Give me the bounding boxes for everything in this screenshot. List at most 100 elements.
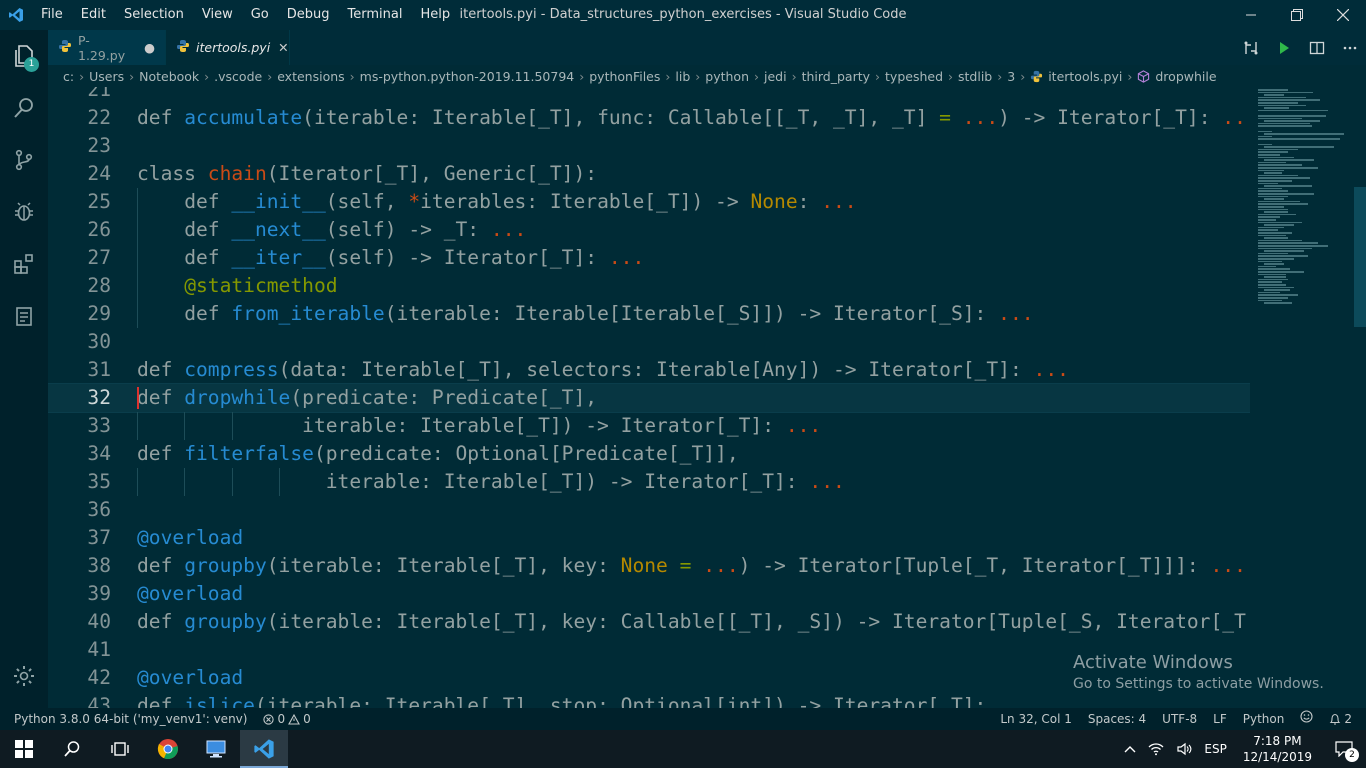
unsaved-dot-icon[interactable]: ● xyxy=(144,40,155,55)
breadcrumb-item[interactable]: python xyxy=(705,69,749,84)
taskbar-vscode[interactable] xyxy=(240,730,288,768)
breadcrumb-item[interactable]: c: xyxy=(63,69,74,84)
breadcrumb-item[interactable]: third_party xyxy=(802,69,870,84)
source-control-button[interactable] xyxy=(0,134,48,186)
breadcrumb-item[interactable]: ms-python.python-2019.11.50794 xyxy=(360,69,575,84)
code-line[interactable]: 43 def islice(iterable: Iterable[_T], sto… xyxy=(48,692,1250,708)
tab-label: itertools.pyi xyxy=(196,40,271,55)
extensions-button[interactable] xyxy=(0,238,48,290)
show-hidden-icons-button[interactable] xyxy=(1118,730,1142,768)
code-line[interactable]: 32 def dropwhile(predicate: Predicate[_T]… xyxy=(48,383,1250,413)
code-line[interactable]: 36 xyxy=(48,496,1250,524)
split-editor-button[interactable] xyxy=(1300,40,1333,56)
breadcrumb-item[interactable]: .vscode xyxy=(214,69,262,84)
minimize-button[interactable] xyxy=(1228,0,1274,30)
code-editor[interactable]: 21 22 def accumulate(iterable: Iterable[_T… xyxy=(48,87,1250,708)
vertical-scrollbar[interactable] xyxy=(1354,87,1366,708)
menu-file[interactable]: File xyxy=(32,0,72,30)
debug-button[interactable] xyxy=(0,186,48,238)
restore-button[interactable] xyxy=(1274,0,1320,30)
start-button[interactable] xyxy=(0,730,48,768)
code-line[interactable]: 28 @staticmethod xyxy=(48,272,1250,300)
notifications-button[interactable]: 2 xyxy=(1321,708,1360,730)
end-of-line[interactable]: LF xyxy=(1205,708,1235,730)
encoding[interactable]: UTF-8 xyxy=(1154,708,1205,730)
language-mode[interactable]: Python xyxy=(1235,708,1293,730)
code-line[interactable]: 37 @overload xyxy=(48,524,1250,552)
breadcrumb-item[interactable]: dropwhile xyxy=(1137,69,1217,84)
breadcrumb-item[interactable]: pythonFiles xyxy=(589,69,660,84)
code-line[interactable]: 22 def accumulate(iterable: Iterable[_T],… xyxy=(48,104,1250,132)
network-button[interactable] xyxy=(1142,730,1170,768)
code-line[interactable]: 23 xyxy=(48,132,1250,160)
indentation[interactable]: Spaces: 4 xyxy=(1080,708,1154,730)
code-line[interactable]: 42 @overload xyxy=(48,664,1250,692)
code-line[interactable]: 24 class chain(Iterator[_T], Generic[_T])… xyxy=(48,160,1250,188)
smiley-icon xyxy=(1300,710,1313,723)
code-line[interactable]: 35 iterable: Iterable[_T]) -> Iterator[_… xyxy=(48,468,1250,496)
breadcrumb-item[interactable]: Users xyxy=(89,69,124,84)
tab-itertools[interactable]: itertools.pyi ✕ xyxy=(166,30,290,65)
feedback-button[interactable] xyxy=(1292,708,1321,730)
code-line[interactable]: 41 xyxy=(48,636,1250,664)
breadcrumb-item[interactable]: typeshed xyxy=(885,69,943,84)
code-line[interactable]: 31 def compress(data: Iterable[_T], selec… xyxy=(48,356,1250,384)
taskbar-file-explorer[interactable] xyxy=(192,730,240,768)
run-python-file-button[interactable] xyxy=(1267,41,1300,55)
menu-edit[interactable]: Edit xyxy=(72,0,115,30)
volume-button[interactable] xyxy=(1170,730,1198,768)
remote-explorer-button[interactable] xyxy=(0,290,48,342)
close-window-button[interactable] xyxy=(1320,0,1366,30)
python-file-icon xyxy=(176,39,190,56)
tab-p-1-29[interactable]: P-1.29.py ● xyxy=(48,30,166,65)
menu-help[interactable]: Help xyxy=(411,0,459,30)
close-tab-icon[interactable]: ✕ xyxy=(278,40,288,55)
code-line[interactable]: 30 xyxy=(48,328,1250,356)
code-line[interactable]: 33 iterable: Iterable[_T]) -> Iterator[_… xyxy=(48,412,1250,440)
breadcrumb-item[interactable]: extensions xyxy=(277,69,344,84)
code-line[interactable]: 40 def groupby(iterable: Iterable[_T], ke… xyxy=(48,608,1250,636)
cursor-position[interactable]: Ln 32, Col 1 xyxy=(992,708,1080,730)
windows-logo-icon xyxy=(15,740,33,758)
code-line[interactable]: 29 def from_iterable(iterable: Iterable[… xyxy=(48,300,1250,328)
manage-button[interactable] xyxy=(0,650,48,702)
search-button[interactable] xyxy=(0,82,48,134)
code-line[interactable]: 21 xyxy=(48,87,1250,104)
method-cube-icon xyxy=(1138,69,1150,83)
status-bar: Python 3.8.0 64-bit ('my_venv1': venv) 0… xyxy=(0,708,1366,730)
scrollbar-thumb[interactable] xyxy=(1354,187,1366,327)
menu-debug[interactable]: Debug xyxy=(278,0,339,30)
explorer-button[interactable]: 1 xyxy=(0,30,48,82)
code-line[interactable]: 39 @overload xyxy=(48,580,1250,608)
minimap[interactable] xyxy=(1250,87,1354,708)
code-line[interactable]: 27 def __iter__(self) -> Iterator[_T]: .… xyxy=(48,244,1250,272)
menu-go[interactable]: Go xyxy=(242,0,278,30)
task-view-button[interactable] xyxy=(96,730,144,768)
breadcrumb-item[interactable]: itertools.pyi xyxy=(1030,69,1122,84)
code-line[interactable]: 38 def groupby(iterable: Iterable[_T], ke… xyxy=(48,552,1250,580)
taskbar-chrome[interactable] xyxy=(144,730,192,768)
problems-indicator[interactable]: 0 0 xyxy=(255,708,318,730)
breadcrumb-item[interactable]: 3 xyxy=(1007,69,1015,84)
clock[interactable]: 7:18 PM 12/14/2019 xyxy=(1233,730,1322,768)
taskbar-search-button[interactable] xyxy=(48,730,96,768)
input-language[interactable]: ESP xyxy=(1198,730,1232,768)
window-controls xyxy=(1228,0,1366,30)
more-actions-button[interactable] xyxy=(1333,40,1366,56)
code-line[interactable]: 26 def __next__(self) -> _T: ... xyxy=(48,216,1250,244)
code-line[interactable]: 34 def filterfalse(predicate: Optional[Pr… xyxy=(48,440,1250,468)
code-text: @overload xyxy=(137,582,244,605)
menu-terminal[interactable]: Terminal xyxy=(339,0,412,30)
code-line[interactable]: 25 def __init__(self, *iterables: Iterab… xyxy=(48,188,1250,216)
breadcrumb-item[interactable]: stdlib xyxy=(958,69,992,84)
breadcrumb-item[interactable]: lib xyxy=(675,69,690,84)
chevron-up-icon xyxy=(1124,746,1136,753)
menu-selection[interactable]: Selection xyxy=(115,0,193,30)
breadcrumb-item[interactable]: Notebook xyxy=(139,69,199,84)
python-interpreter[interactable]: Python 3.8.0 64-bit ('my_venv1': venv) xyxy=(0,708,255,730)
menu-view[interactable]: View xyxy=(193,0,242,30)
breadcrumb-item[interactable]: jedi xyxy=(764,69,787,84)
open-changes-button[interactable] xyxy=(1234,40,1267,56)
action-center-button[interactable]: 2 xyxy=(1322,730,1366,768)
minimap-line xyxy=(1258,182,1278,185)
